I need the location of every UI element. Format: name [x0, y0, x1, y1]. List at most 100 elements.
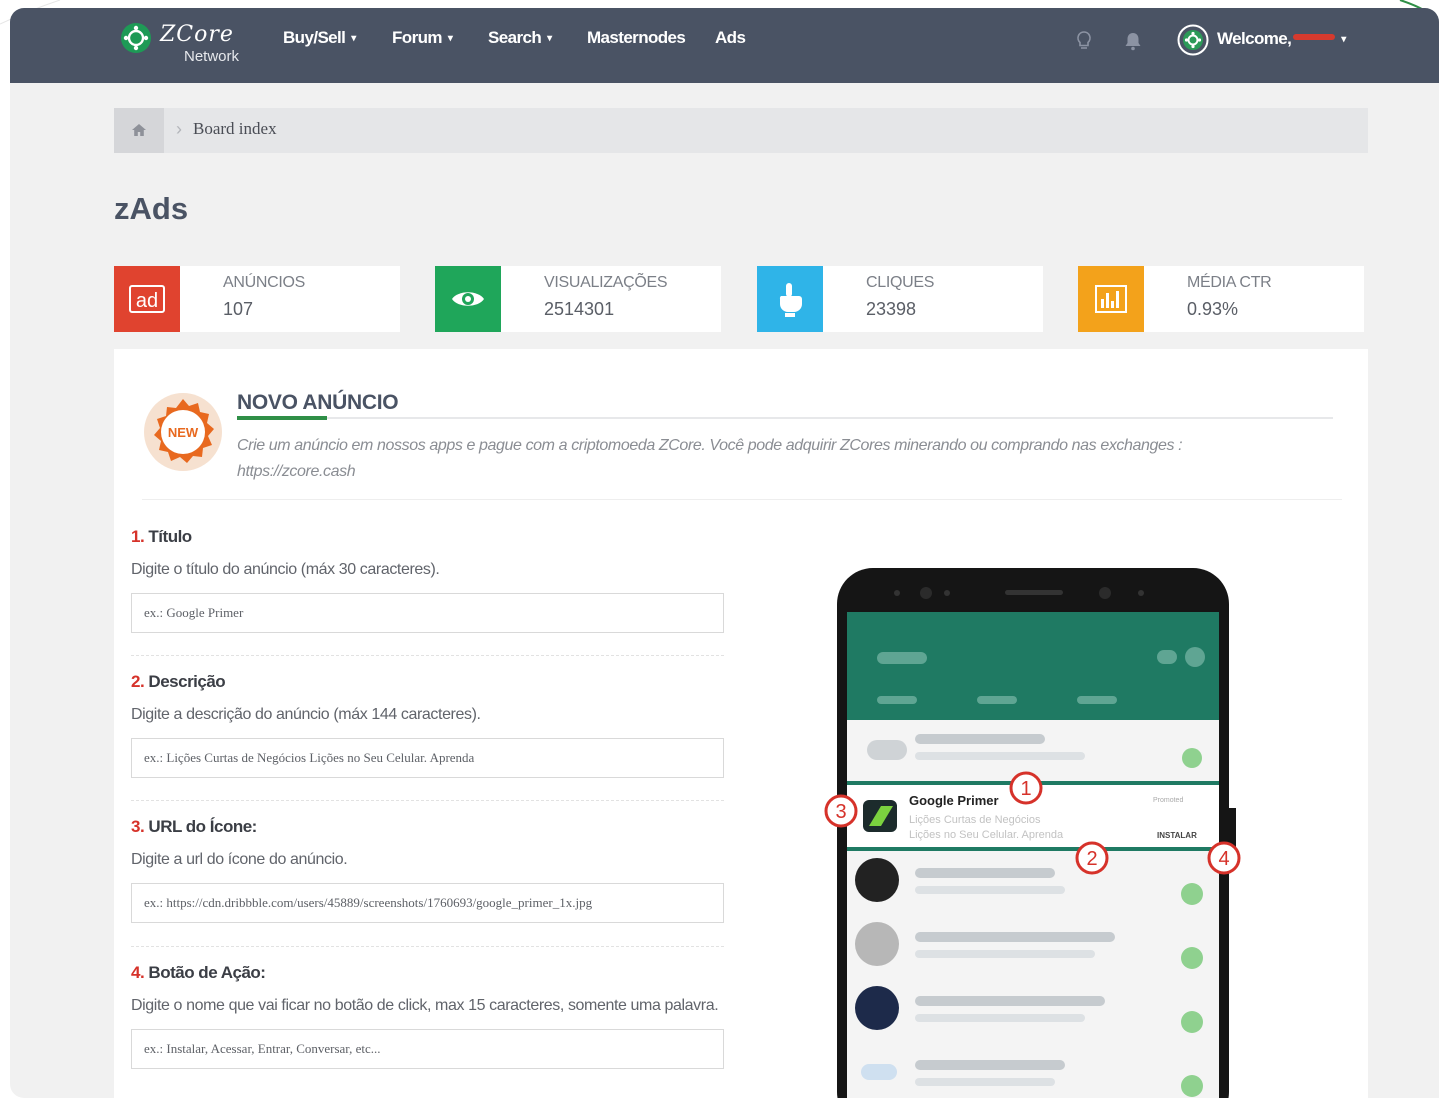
- field-label: 4. Botão de Ação:: [131, 963, 726, 987]
- field-label: 1. Título: [131, 527, 726, 551]
- bar-chart-icon: [1095, 285, 1127, 313]
- zcore-logo[interactable]: ZCore Network: [120, 20, 250, 72]
- botao-acao-input[interactable]: [131, 1029, 724, 1069]
- field-botao-acao: 4. Botão de Ação: Digite o nome que vai …: [131, 963, 726, 1069]
- descricao-input[interactable]: [131, 738, 724, 778]
- breadcrumb: › Board index: [114, 108, 1368, 153]
- field-separator: [131, 946, 724, 947]
- field-url-icone: 3. URL do Ícone: Digite a url do ícone d…: [131, 817, 726, 923]
- user-menu[interactable]: Welcome, ▾: [1217, 27, 1346, 52]
- preview-ad-desc-1: Lições Curtas de Negócios: [909, 814, 1041, 826]
- lightbulb-icon[interactable]: [1073, 30, 1095, 52]
- nav-search-label: Search: [488, 28, 542, 47]
- field-label-text: Botão de Ação:: [148, 963, 266, 982]
- stat-value: 107: [223, 299, 254, 319]
- nav-forum[interactable]: Forum ▾: [392, 26, 453, 50]
- logo-subtitle: Network: [184, 48, 240, 65]
- browser-frame: ZCore Network Buy/Sell ▾ Forum ▾ Search ▾ M…: [10, 8, 1439, 1098]
- callout-4-text: 4: [1218, 848, 1229, 870]
- field-descricao: 2. Descrição Digite a descrição do anúnc…: [131, 672, 726, 778]
- field-separator: [131, 800, 724, 801]
- breadcrumb-separator: ›: [176, 119, 182, 139]
- stat-icon-box: ad: [114, 266, 180, 332]
- callout-2: 2: [1075, 841, 1109, 875]
- nav-ads[interactable]: Ads: [715, 26, 746, 50]
- stat-icon-box: [757, 266, 823, 332]
- field-number: 3.: [131, 817, 145, 836]
- stat-icon-box: [1078, 266, 1144, 332]
- nav-ads-label: Ads: [715, 28, 746, 47]
- preview-ad-button: INSTALAR: [1157, 831, 1197, 840]
- eye-icon: [452, 292, 484, 306]
- logo-script-text: ZCore: [160, 22, 234, 47]
- home-icon: [132, 124, 146, 136]
- nav-forum-label: Forum: [392, 28, 442, 47]
- stat-icon-box: [435, 266, 501, 332]
- stat-label: CLIQUES: [866, 274, 935, 291]
- url-icone-input[interactable]: [131, 883, 724, 923]
- field-help: Digite o nome que vai ficar no botão de …: [131, 997, 719, 1014]
- new-badge-text: NEW: [168, 425, 199, 440]
- stat-card-anuncios: ad ANÚNCIOS 107: [114, 266, 400, 332]
- ad-icon-text: ad: [136, 290, 158, 312]
- stat-label: MÉDIA CTR: [1187, 274, 1272, 291]
- phone-preview: Google Primer Promoted Lições Curtas de …: [837, 568, 1236, 1098]
- zcore-logo-icon: [121, 23, 151, 53]
- stat-value: 0.93%: [1187, 299, 1239, 319]
- new-ad-panel: NEW NOVO ANÚNCIO Crie um anúncio em noss…: [114, 349, 1368, 1098]
- stat-label: VISUALIZAÇÕES: [544, 274, 668, 291]
- nav-buy-sell[interactable]: Buy/Sell ▾: [283, 26, 356, 50]
- field-separator: [131, 655, 724, 656]
- field-label-text: Descrição: [148, 672, 226, 691]
- top-navbar: ZCore Network Buy/Sell ▾ Forum ▾ Search ▾ M…: [10, 8, 1439, 83]
- stat-value: 23398: [866, 299, 917, 319]
- new-ad-title: NOVO ANÚNCIO: [237, 391, 399, 414]
- user-avatar-icon[interactable]: [1177, 24, 1209, 56]
- breadcrumb-home[interactable]: [114, 108, 164, 153]
- nav-buy-sell-label: Buy/Sell: [283, 28, 346, 47]
- callout-3: 3: [824, 794, 858, 828]
- preview-ad-title: Google Primer: [909, 793, 999, 808]
- field-number: 4.: [131, 963, 145, 982]
- new-badge-icon: NEW: [144, 393, 222, 471]
- nav-masternodes[interactable]: Masternodes: [587, 26, 686, 50]
- callout-1-text: 1: [1020, 778, 1031, 800]
- panel-divider: [142, 499, 1342, 500]
- callout-1: 1: [1009, 771, 1043, 805]
- field-help: Digite a descrição do anúncio (máx 144 c…: [131, 706, 481, 723]
- field-help: Digite o título do anúncio (máx 30 carac…: [131, 561, 440, 578]
- field-titulo: 1. Título Digite o título do anúncio (má…: [131, 527, 726, 633]
- chevron-down-icon: ▾: [351, 33, 356, 44]
- chevron-down-icon: ▾: [547, 33, 552, 44]
- page-title: zAds: [114, 191, 189, 226]
- stat-label: ANÚNCIOS: [223, 274, 306, 291]
- ad-icon: ad: [129, 285, 165, 313]
- nav-masternodes-label: Masternodes: [587, 28, 686, 47]
- stat-card-media-ctr: MÉDIA CTR 0.93%: [1078, 266, 1364, 332]
- stat-card-cliques: CLIQUES 23398: [757, 266, 1043, 332]
- welcome-label: Welcome,: [1217, 29, 1292, 48]
- title-underline-accent: [237, 416, 327, 420]
- breadcrumb-board-index[interactable]: Board index: [193, 119, 277, 139]
- stat-value: 2514301: [544, 299, 615, 319]
- hand-pointer-icon: [779, 283, 802, 317]
- chevron-down-icon: ▾: [1341, 34, 1346, 45]
- field-help: Digite a url do ícone do anúncio.: [131, 851, 348, 868]
- chevron-down-icon: ▾: [447, 33, 453, 44]
- stat-card-visualizacoes: VISUALIZAÇÕES 2514301: [435, 266, 721, 332]
- username-redacted: [1293, 34, 1336, 40]
- bell-icon[interactable]: [1122, 30, 1144, 52]
- field-number: 2.: [131, 672, 145, 691]
- callout-2-text: 2: [1086, 848, 1097, 870]
- preview-ad-sponsored: Promoted: [1153, 797, 1183, 804]
- field-number: 1.: [131, 527, 145, 546]
- callout-3-text: 3: [835, 801, 846, 823]
- field-label: 2. Descrição: [131, 672, 726, 696]
- field-label-text: URL do Ícone:: [148, 817, 257, 836]
- field-label-text: Título: [148, 527, 192, 546]
- new-ad-description: Crie um anúncio em nossos apps e pague c…: [237, 437, 1183, 480]
- nav-search[interactable]: Search ▾: [488, 26, 552, 50]
- callout-4: 4: [1207, 841, 1241, 875]
- title-underline: [237, 417, 1333, 419]
- titulo-input[interactable]: [131, 593, 724, 633]
